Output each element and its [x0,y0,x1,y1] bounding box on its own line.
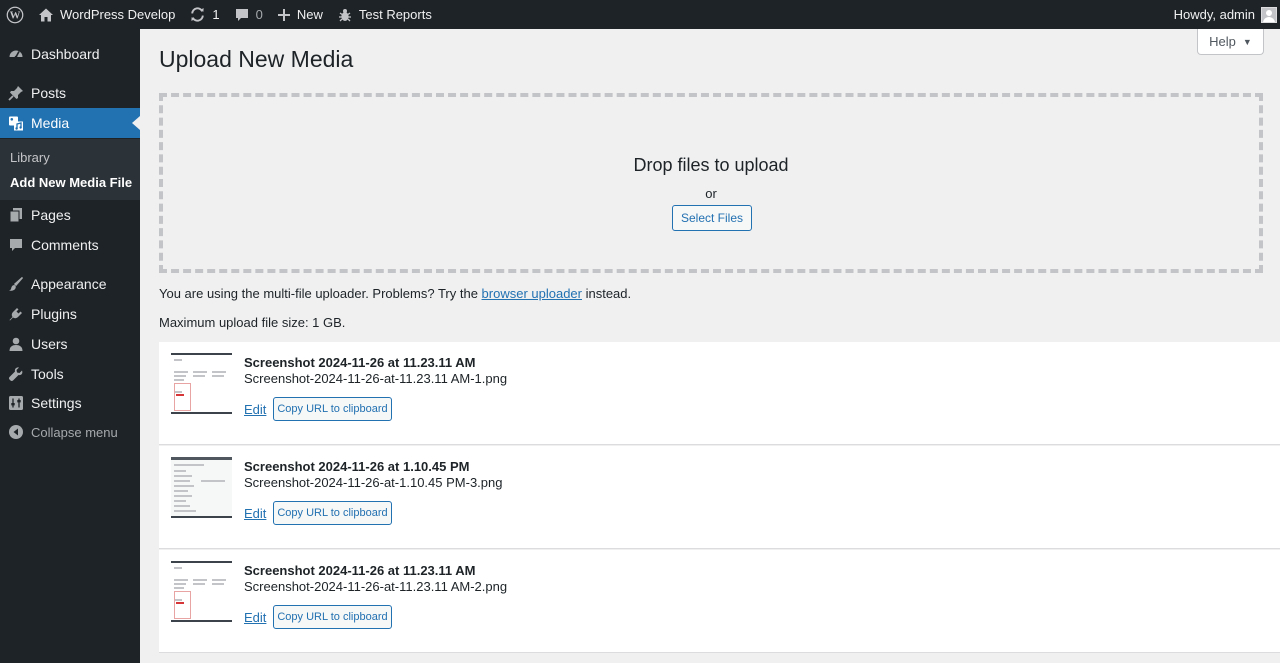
browser-uploader-link[interactable]: browser uploader [482,286,582,301]
copy-url-button[interactable]: Copy URL to clipboard [273,397,392,421]
menu-item-users[interactable]: Users [0,329,140,359]
users-icon [8,336,24,352]
my-account-link[interactable]: Howdy, admin [1167,0,1280,29]
pushpin-icon [8,85,24,101]
test-reports-link[interactable]: Test Reports [330,0,439,29]
submenu-item-library[interactable]: Library [10,150,50,165]
edit-link[interactable]: Edit [244,402,266,417]
help-label: Help [1209,34,1236,49]
plugin-icon [8,306,24,322]
comments-link[interactable]: 0 [227,0,270,29]
updates-link[interactable]: 1 [182,0,226,29]
collapse-icon [8,424,24,440]
media-icon [8,115,24,131]
comments-count: 0 [255,7,263,22]
menu-item-appearance[interactable]: Appearance [0,269,140,299]
wrench-icon [8,366,24,382]
home-icon [38,7,54,23]
menu-label-dashboard: Dashboard [31,46,100,62]
media-submenu: Library Add New Media File [0,139,140,200]
plus-icon [277,8,291,22]
howdy-label: Howdy, admin [1173,7,1255,22]
menu-label-appearance: Appearance [31,276,107,292]
media-filename: Screenshot-2024-11-26-at-1.10.45 PM-3.pn… [244,475,503,490]
drop-zone-title: Drop files to upload [633,155,789,175]
media-thumbnail[interactable] [171,353,232,414]
avatar [1261,6,1277,23]
comment-icon [234,7,250,23]
site-name: WordPress Develop [60,7,176,22]
new-content-link[interactable]: New [270,0,330,29]
submenu-item-add-new-media-file[interactable]: Add New Media File [10,175,132,190]
menu-item-comments[interactable]: Comments [0,230,140,260]
caret-down-icon: ▼ [1242,36,1252,47]
collapse-menu-button[interactable]: Collapse menu [0,417,140,447]
menu-item-plugins[interactable]: Plugins [0,299,140,329]
menu-label-settings: Settings [31,395,82,411]
collapse-menu-label: Collapse menu [31,424,118,440]
max-upload-size: Maximum upload file size: 1 GB. [159,315,346,330]
menu-label-comments: Comments [31,237,99,253]
page-title: Upload New Media [159,46,354,72]
menu-item-settings[interactable]: Settings [0,388,140,418]
media-filename: Screenshot-2024-11-26-at-11.23.11 AM-2.p… [244,579,508,594]
edit-link[interactable]: Edit [244,506,266,521]
uploader-note: You are using the multi-file uploader. P… [159,286,631,301]
admin-bar: W WordPress Develop 1 0 New Test Reports… [0,0,1280,29]
svg-text:W: W [10,9,21,21]
copy-url-button[interactable]: Copy URL to clipboard [273,605,392,629]
media-thumbnail[interactable] [171,561,232,622]
media-filename: Screenshot-2024-11-26-at-11.23.11 AM-1.p… [244,371,508,386]
drop-zone-or: or [705,186,717,201]
edit-link[interactable]: Edit [244,610,266,625]
media-title: Screenshot 2024-11-26 at 11.23.11 AM [244,355,476,370]
wordpress-logo-icon[interactable]: W [0,0,31,29]
media-item: Screenshot 2024-11-26 at 1.10.45 PM Scre… [159,446,1280,549]
menu-label-media: Media [31,115,70,131]
menu-item-pages[interactable]: Pages [0,200,140,230]
select-files-button[interactable]: Select Files [672,205,752,231]
drop-zone[interactable]: Drop files to upload or Select Files [159,93,1263,273]
menu-item-tools[interactable]: Tools [0,359,140,389]
menu-label-tools: Tools [31,366,64,382]
media-item: Screenshot 2024-11-26 at 11.23.11 AM Scr… [159,342,1280,445]
media-title: Screenshot 2024-11-26 at 1.10.45 PM [244,459,470,474]
menu-item-media[interactable]: Media [0,108,140,138]
menu-label-plugins: Plugins [31,306,77,322]
main-content: Help ▼ Upload New Media Drop files to up… [140,29,1280,663]
admin-sidebar: Dashboard Posts Media Library Add New Me… [0,29,140,663]
paintbrush-icon [8,276,24,292]
help-button[interactable]: Help ▼ [1197,29,1264,55]
comments-icon [8,237,24,253]
update-icon [189,6,206,23]
menu-label-users: Users [31,336,68,352]
copy-url-button[interactable]: Copy URL to clipboard [273,501,392,525]
uploader-note-text: You are using the multi-file uploader. P… [159,286,482,301]
test-reports-label: Test Reports [358,7,432,22]
menu-label-pages: Pages [31,207,71,223]
media-thumbnail[interactable] [171,457,232,518]
uploader-note-tail: instead. [581,286,632,301]
menu-item-posts[interactable]: Posts [0,78,140,108]
pages-icon [8,207,24,223]
updates-count: 1 [212,7,220,22]
site-name-link[interactable]: WordPress Develop [31,0,182,29]
settings-icon [8,395,24,411]
bug-icon [337,7,353,23]
media-title: Screenshot 2024-11-26 at 11.23.11 AM [244,563,476,578]
menu-item-dashboard[interactable]: Dashboard [0,39,140,69]
media-item: Screenshot 2024-11-26 at 11.23.11 AM Scr… [159,550,1280,653]
new-label: New [296,7,323,22]
menu-label-posts: Posts [31,85,67,101]
dashboard-icon [8,46,24,62]
